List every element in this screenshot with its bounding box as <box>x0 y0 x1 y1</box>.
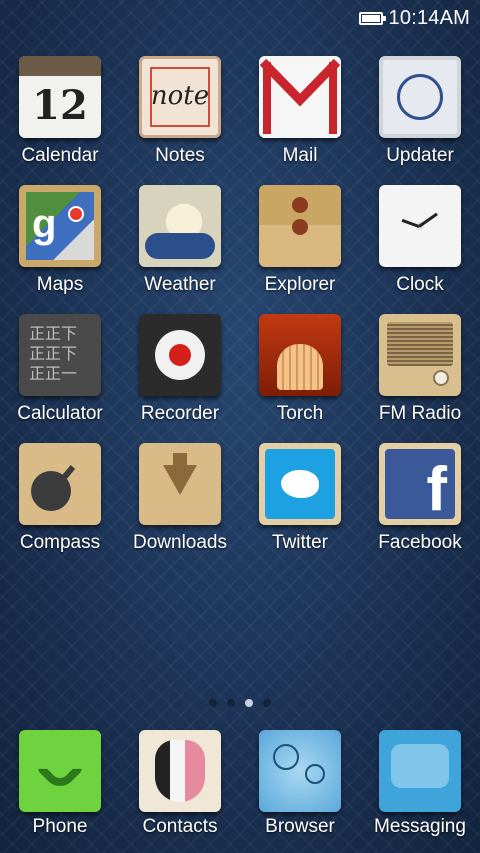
dock-label: Messaging <box>374 816 466 837</box>
dock-browser[interactable]: Browser <box>240 730 360 853</box>
app-notes[interactable]: note Notes <box>120 56 240 185</box>
recorder-icon[interactable] <box>139 314 221 396</box>
app-facebook[interactable]: f Facebook <box>360 443 480 572</box>
notes-icon[interactable]: note <box>139 56 221 138</box>
app-clock[interactable]: Clock <box>360 185 480 314</box>
browser-icon[interactable] <box>259 730 341 812</box>
dock-contacts[interactable]: Contacts <box>120 730 240 853</box>
status-bar: 10:14AM <box>0 0 480 36</box>
phone-icon[interactable] <box>19 730 101 812</box>
app-calendar[interactable]: 12 Calendar <box>0 56 120 185</box>
dock: Phone Contacts Browser Messaging <box>0 730 480 853</box>
page-dot-active[interactable] <box>245 699 253 707</box>
downloads-icon[interactable] <box>139 443 221 525</box>
app-label: Facebook <box>378 532 462 553</box>
calculator-icon[interactable]: 正正下 正正下 正正一 <box>19 314 101 396</box>
dock-label: Browser <box>265 816 335 837</box>
mail-icon[interactable] <box>259 56 341 138</box>
app-updater[interactable]: Updater <box>360 56 480 185</box>
app-recorder[interactable]: Recorder <box>120 314 240 443</box>
app-label: Notes <box>155 145 205 166</box>
app-label: Calculator <box>17 403 103 424</box>
app-label: Twitter <box>272 532 328 553</box>
torch-icon[interactable] <box>259 314 341 396</box>
contacts-icon[interactable] <box>139 730 221 812</box>
app-label: FM Radio <box>378 403 462 424</box>
app-explorer[interactable]: Explorer <box>240 185 360 314</box>
twitter-icon[interactable] <box>259 443 341 525</box>
app-grid: 12 Calendar note Notes Mail Updater g Ma… <box>0 56 480 572</box>
messaging-icon[interactable] <box>379 730 461 812</box>
app-label: Torch <box>276 403 324 424</box>
app-label: Maps <box>36 274 84 295</box>
app-twitter[interactable]: Twitter <box>240 443 360 572</box>
app-label: Updater <box>386 145 454 166</box>
dock-label: Phone <box>32 816 88 837</box>
page-dot[interactable] <box>209 699 217 707</box>
calendar-icon[interactable]: 12 <box>19 56 101 138</box>
app-label: Recorder <box>140 403 220 424</box>
status-time: 10:14AM <box>388 6 470 29</box>
app-maps[interactable]: g Maps <box>0 185 120 314</box>
app-label: Explorer <box>264 274 336 295</box>
app-mail[interactable]: Mail <box>240 56 360 185</box>
page-dot[interactable] <box>263 699 271 707</box>
page-dot[interactable] <box>227 699 235 707</box>
explorer-icon[interactable] <box>259 185 341 267</box>
app-compass[interactable]: Compass <box>0 443 120 572</box>
app-label: Mail <box>282 145 318 166</box>
app-weather[interactable]: Weather <box>120 185 240 314</box>
fm-radio-icon[interactable] <box>379 314 461 396</box>
maps-icon[interactable]: g <box>19 185 101 267</box>
weather-icon[interactable] <box>139 185 221 267</box>
page-indicator[interactable] <box>0 699 480 707</box>
facebook-icon[interactable]: f <box>379 443 461 525</box>
dock-label: Contacts <box>142 816 218 837</box>
updater-icon[interactable] <box>379 56 461 138</box>
app-label: Weather <box>144 274 216 295</box>
app-label: Clock <box>396 274 444 295</box>
app-label: Compass <box>19 532 101 553</box>
compass-icon[interactable] <box>19 443 101 525</box>
app-torch[interactable]: Torch <box>240 314 360 443</box>
battery-icon <box>358 11 386 25</box>
app-calculator[interactable]: 正正下 正正下 正正一 Calculator <box>0 314 120 443</box>
clock-icon[interactable] <box>379 185 461 267</box>
app-label: Calendar <box>21 145 99 166</box>
app-label: Downloads <box>133 532 227 553</box>
app-fm-radio[interactable]: FM Radio <box>360 314 480 443</box>
dock-phone[interactable]: Phone <box>0 730 120 853</box>
dock-messaging[interactable]: Messaging <box>360 730 480 853</box>
app-downloads[interactable]: Downloads <box>120 443 240 572</box>
